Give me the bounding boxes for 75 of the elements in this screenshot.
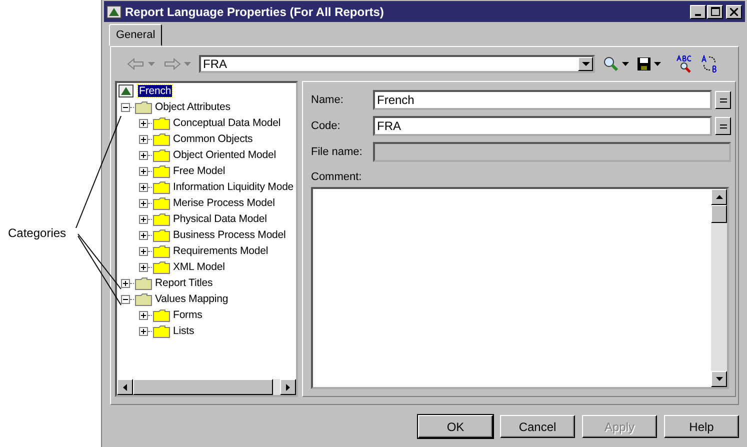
tree-item[interactable]: XML Model: [172, 261, 226, 273]
comment-field[interactable]: [311, 187, 729, 389]
tree-item[interactable]: Requirements Model: [172, 245, 270, 257]
expand-icon[interactable]: [121, 278, 130, 288]
tab[interactable]: General: [109, 24, 162, 46]
up-arrow-icon[interactable]: [716, 195, 722, 199]
dropdown-icon[interactable]: [582, 62, 590, 66]
dialog-button: Apply: [582, 415, 657, 438]
tree-item[interactable]: Values Mapping: [154, 293, 230, 305]
collapse-icon[interactable]: [121, 102, 130, 112]
left-arrow-icon[interactable]: [123, 384, 127, 390]
tree-item[interactable]: Common Objects: [172, 133, 254, 145]
expand-icon[interactable]: [139, 230, 148, 240]
tree-item[interactable]: Conceptual Data Model: [172, 117, 282, 129]
collapse-icon[interactable]: [121, 294, 130, 304]
tree-item[interactable]: Information Liquidity Mode: [172, 181, 295, 193]
tree-item[interactable]: Free Model: [172, 165, 226, 177]
convert-icon[interactable]: [701, 55, 719, 73]
close-button[interactable]: [726, 4, 742, 18]
tree-item[interactable]: Merise Process Model: [172, 197, 276, 209]
field-label: Code:: [311, 120, 342, 132]
right-arrow-icon[interactable]: [286, 384, 290, 390]
field-label: Name:: [311, 94, 344, 106]
equals-icon: [720, 98, 726, 102]
tree-item[interactable]: Report Titles: [154, 277, 214, 289]
maximize-icon: [710, 7, 720, 16]
dialog-button[interactable]: Cancel: [500, 415, 575, 438]
equals-icon: [720, 124, 726, 128]
expand-icon[interactable]: [139, 326, 148, 336]
field-label: File name:: [311, 146, 364, 158]
tree-item[interactable]: French: [138, 85, 172, 97]
dialog-button[interactable]: Help: [664, 415, 739, 438]
text-field[interactable]: French: [373, 90, 712, 110]
expand-icon[interactable]: [139, 134, 148, 144]
expand-icon[interactable]: [139, 198, 148, 208]
search-icon[interactable]: [603, 56, 619, 72]
minimize-icon: [695, 14, 701, 16]
tree-item[interactable]: Forms: [172, 309, 204, 321]
caret-icon[interactable]: [654, 62, 661, 66]
save-icon[interactable]: [637, 57, 651, 71]
language-icon: [118, 83, 134, 99]
leader-line: [78, 234, 122, 290]
leader-line: [78, 236, 122, 306]
tree-item[interactable]: Object Attributes: [154, 101, 232, 113]
expand-icon[interactable]: [139, 182, 148, 192]
app-icon: [106, 4, 122, 20]
scroll-thumb[interactable]: [711, 205, 727, 223]
expand-icon[interactable]: [139, 310, 148, 320]
field-label: Comment:: [311, 171, 363, 185]
close-icon: [730, 8, 738, 16]
callout-label: Categories: [8, 226, 66, 240]
tree-item[interactable]: Lists: [172, 325, 196, 337]
expand-icon[interactable]: [139, 166, 148, 176]
dialog-button[interactable]: OK: [418, 415, 493, 438]
equals-button[interactable]: [715, 91, 731, 109]
tree-item[interactable]: Physical Data Model: [172, 213, 268, 225]
combo-box[interactable]: FRA: [199, 55, 595, 73]
equals-button[interactable]: [715, 117, 731, 135]
horizontal-scrollbar[interactable]: [117, 379, 296, 395]
minimize-button[interactable]: [690, 4, 706, 18]
expand-icon[interactable]: [139, 150, 148, 160]
expand-icon[interactable]: [139, 118, 148, 128]
down-arrow-icon[interactable]: [716, 377, 722, 381]
vertical-scrollbar[interactable]: [711, 189, 727, 387]
expand-icon[interactable]: [139, 262, 148, 272]
expand-icon[interactable]: [139, 246, 148, 256]
maximize-button[interactable]: [707, 4, 723, 18]
caret-icon[interactable]: [622, 62, 629, 66]
window-title: Report Language Properties (For All Reports): [125, 4, 385, 18]
tree-item[interactable]: Business Process Model: [172, 229, 287, 241]
tree-item[interactable]: Object Oriented Model: [172, 149, 277, 161]
expand-icon[interactable]: [139, 214, 148, 224]
scroll-thumb[interactable]: [133, 379, 273, 395]
text-field[interactable]: FRA: [373, 116, 712, 136]
spell-check-icon[interactable]: [675, 55, 693, 73]
